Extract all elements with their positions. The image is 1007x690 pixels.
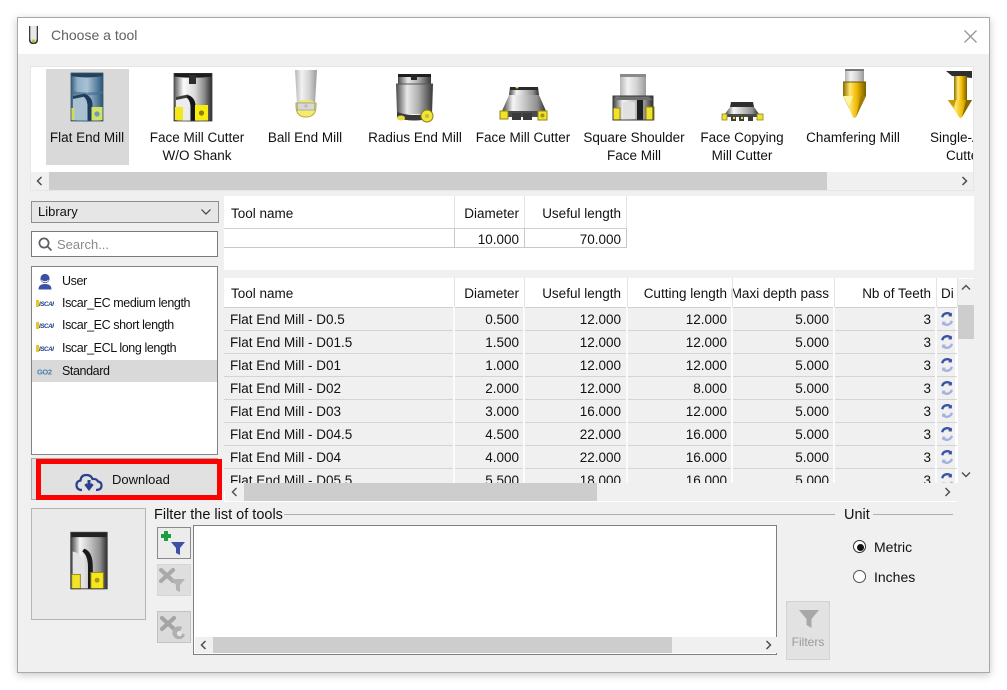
svg-text:ISCAR: ISCAR	[39, 301, 54, 308]
svg-text:ISCAR: ISCAR	[39, 346, 54, 353]
svg-text:GO2: GO2	[37, 368, 52, 377]
svg-text:ISCAR: ISCAR	[39, 323, 54, 330]
